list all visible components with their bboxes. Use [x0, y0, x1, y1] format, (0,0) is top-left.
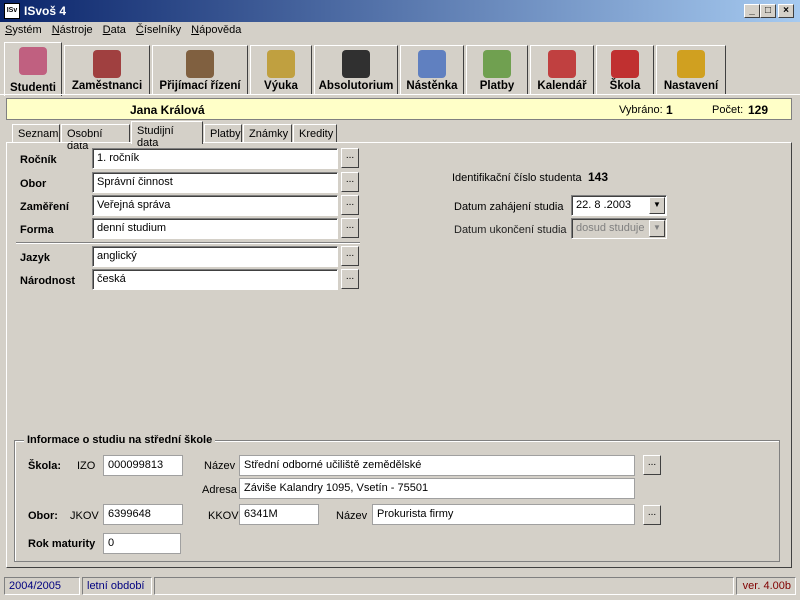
module-nastaveni[interactable]: Nastavení	[656, 45, 726, 94]
module-prijimaci-rizeni[interactable]: Přijímací řízení	[152, 45, 248, 94]
obor-nazev-label: Název	[336, 510, 368, 522]
jkov-label: JKOV	[70, 510, 99, 522]
kkov-field[interactable]: 6341M	[239, 504, 319, 525]
izo-field[interactable]: 000099813	[103, 455, 183, 476]
school-icon	[611, 50, 639, 78]
end-date-dropdown-button[interactable]: ▼	[649, 220, 665, 237]
fields-separator	[16, 242, 360, 244]
tab-znamky[interactable]: Známky	[243, 124, 292, 143]
skola-browse-button[interactable]: ...	[643, 455, 661, 475]
rocnik-label: Ročník	[20, 154, 57, 166]
adresa-label: Adresa	[202, 484, 237, 496]
module-kalendar[interactable]: Kalendář	[530, 45, 594, 94]
forma-label: Forma	[20, 224, 54, 236]
skola-nazev-field[interactable]: Střední odborné učiliště zemědělské	[239, 455, 635, 476]
module-zamestnanci[interactable]: Zaměstnanci	[64, 45, 150, 94]
module-skola[interactable]: Škola	[596, 45, 654, 94]
student-name: Jana Králová	[130, 103, 205, 117]
obor-nazev-field[interactable]: Prokurista firmy	[372, 504, 635, 525]
calendar-icon	[548, 50, 576, 78]
settings-icon	[677, 50, 705, 78]
admission-icon	[186, 50, 214, 78]
zamereni-browse-button[interactable]: ...	[341, 195, 359, 215]
jazyk-field[interactable]: anglický	[92, 246, 338, 267]
toolbar-divider	[0, 94, 800, 96]
menu-system[interactable]: Systém	[0, 22, 47, 38]
selected-label: Vybráno:	[619, 104, 663, 116]
tab-studijni-data[interactable]: Studijní data	[131, 121, 203, 149]
narodnost-label: Národnost	[20, 275, 75, 287]
selected-value: 1	[666, 103, 673, 117]
students-icon	[19, 47, 47, 75]
module-nastenka[interactable]: Nástěnka	[400, 45, 464, 94]
student-header	[6, 98, 792, 120]
narodnost-field[interactable]: česká	[92, 269, 338, 290]
module-absolutorium[interactable]: Absolutorium	[314, 45, 398, 94]
payments-icon	[483, 50, 511, 78]
count-value: 129	[748, 103, 769, 117]
menu-data[interactable]: Data	[98, 22, 131, 38]
tab-seznam[interactable]: Seznam	[12, 124, 60, 143]
module-vyuka[interactable]: Výuka	[250, 45, 312, 94]
skola-label: Škola:	[28, 460, 62, 472]
jazyk-label: Jazyk	[20, 252, 50, 264]
menu-tools[interactable]: Nástroje	[47, 22, 98, 38]
jkov-field[interactable]: 6399648	[103, 504, 183, 525]
adresa-field[interactable]: Záviše Kalandry 1095, Vsetín - 75501	[239, 478, 635, 499]
zamereni-field[interactable]: Veřejná správa	[92, 195, 338, 216]
menu-help[interactable]: Nápověda	[186, 22, 246, 38]
status-term: letní období	[82, 577, 152, 595]
zamereni-label: Zaměření	[20, 201, 69, 213]
menu-bar: Systém Nástroje Data Číselníky Nápověda	[0, 22, 800, 41]
module-platby[interactable]: Platby	[466, 45, 528, 94]
end-date-label: Datum ukončení studia	[454, 224, 567, 236]
tab-osobni-data[interactable]: Osobní data	[61, 124, 130, 152]
teaching-icon	[267, 50, 295, 78]
close-button[interactable]: ×	[778, 4, 794, 18]
tab-kredity[interactable]: Kredity	[293, 124, 337, 143]
noticeboard-icon	[418, 50, 446, 78]
minimize-button[interactable]: _	[744, 4, 760, 18]
title-bar	[0, 0, 800, 22]
hs-obor-label: Obor:	[28, 510, 58, 522]
menu-codebooks[interactable]: Číselníky	[131, 22, 186, 38]
obor-field[interactable]: Správní činnost	[92, 172, 338, 193]
student-id-label: Identifikační číslo studenta	[452, 172, 582, 184]
skola-nazev-label: Název	[204, 460, 236, 472]
module-studenti[interactable]: Studenti	[4, 42, 62, 96]
maximize-button[interactable]: □	[760, 4, 776, 18]
maturita-label: Rok maturity	[28, 538, 96, 550]
app-icon: ISv	[4, 3, 20, 19]
maturita-field[interactable]: 0	[103, 533, 181, 554]
jazyk-browse-button[interactable]: ...	[341, 246, 359, 266]
rocnik-browse-button[interactable]: ...	[341, 148, 359, 168]
student-id-value: 143	[588, 170, 609, 184]
start-date-label: Datum zahájení studia	[454, 201, 564, 213]
obor-browse-button[interactable]: ...	[341, 172, 359, 192]
narodnost-browse-button[interactable]: ...	[341, 269, 359, 289]
obor-label: Obor	[20, 178, 47, 190]
highschool-title: Informace o studiu na střední škole	[24, 434, 216, 446]
forma-field[interactable]: denní studium	[92, 218, 338, 239]
obor-browse-button[interactable]: ...	[643, 505, 661, 525]
employees-icon	[93, 50, 121, 78]
window-title: ISvoš 4	[24, 4, 67, 18]
count-label: Počet:	[712, 104, 744, 116]
status-year: 2004/2005	[4, 577, 80, 595]
status-message	[154, 577, 734, 595]
status-version: ver. 4.00b	[736, 577, 796, 595]
start-date-dropdown-button[interactable]: ▼	[649, 197, 665, 214]
tab-platby[interactable]: Platby	[204, 124, 242, 143]
rocnik-field[interactable]: 1. ročník	[92, 148, 338, 169]
kkov-label: KKOV	[208, 510, 239, 522]
forma-browse-button[interactable]: ...	[341, 218, 359, 238]
graduation-icon	[342, 50, 370, 78]
izo-label: IZO	[77, 460, 96, 472]
